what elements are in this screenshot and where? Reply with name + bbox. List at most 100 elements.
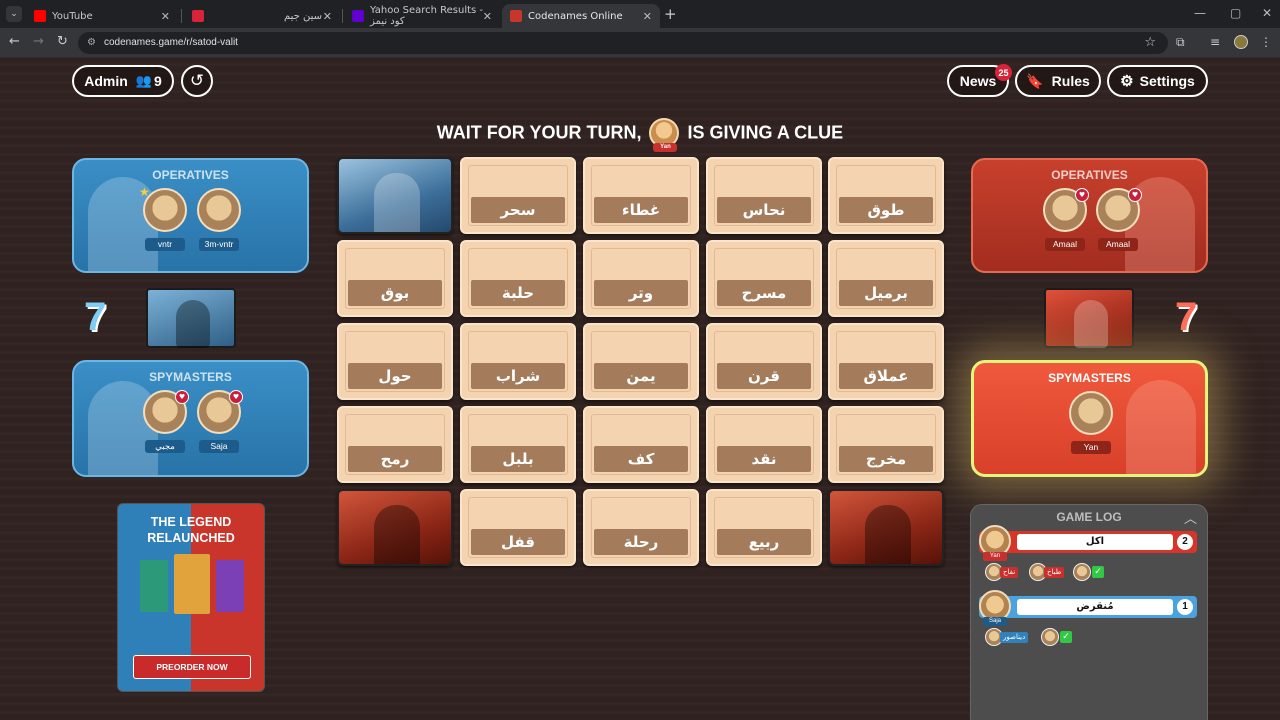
player-chip: ★ vntr (139, 185, 189, 251)
player-name: 3m-vntr (199, 238, 239, 251)
word-card[interactable]: وتر (583, 240, 699, 317)
site-info-icon[interactable]: ⚙ (87, 37, 96, 48)
card-word: كف (594, 446, 688, 472)
game-log-title: GAME LOG (1056, 510, 1122, 524)
card-word: مسرح (717, 280, 811, 306)
word-card[interactable]: بوق (337, 240, 453, 317)
menu-kebab-icon[interactable]: ⋮ (1260, 35, 1272, 49)
giver-name: Saja (983, 617, 1007, 626)
close-tab-icon[interactable]: ✕ (483, 10, 492, 23)
settings-button[interactable]: ⚙ Settings (1107, 65, 1208, 97)
close-tab-icon[interactable]: ✕ (323, 10, 332, 23)
word-card[interactable]: طوق (828, 157, 944, 234)
reset-icon: ↺ (189, 71, 205, 91)
new-tab-button[interactable]: + (664, 5, 677, 23)
card-word: طوق (839, 197, 933, 223)
browser-toolbar: ← → ↻ ⚙ codenames.game/r/satod-valit ☆ ⧉… (0, 28, 1280, 58)
maximize-icon[interactable]: ▢ (1230, 6, 1241, 20)
blue-spymasters-panel[interactable]: SPYMASTERS ♥ مجبي ♥ Saja (72, 360, 309, 477)
rules-button[interactable]: 🔖 Rules (1015, 65, 1101, 97)
heart-icon: ♥ (175, 390, 189, 404)
word-card[interactable]: رحلة (583, 489, 699, 566)
media-control-icon[interactable]: ≡ (1210, 35, 1220, 49)
reload-icon[interactable]: ↻ (57, 34, 68, 49)
preorder-button[interactable]: PREORDER NOW (133, 655, 251, 679)
address-bar[interactable]: ⚙ codenames.game/r/satod-valit ☆ (78, 32, 1168, 54)
word-card[interactable]: قرن (706, 323, 822, 400)
player-name: vntr (145, 238, 185, 251)
tab-codenames-online[interactable]: Codenames Online ✕ (502, 4, 660, 28)
reset-game-button[interactable]: ↺ (181, 65, 213, 97)
word-card[interactable]: برميل (828, 240, 944, 317)
tab-search-button[interactable]: ⌄ (6, 6, 22, 22)
profile-avatar[interactable] (1234, 35, 1248, 49)
agent-figure (865, 505, 911, 564)
close-tab-icon[interactable]: ✕ (643, 10, 652, 23)
promo-banner[interactable]: THE LEGEND RELAUNCHED PREORDER NOW (117, 503, 265, 692)
extensions-icon[interactable]: ⧉ (1176, 35, 1185, 50)
word-card[interactable]: سحر (460, 157, 576, 234)
turn-status: WAIT FOR YOUR TURN, Yan IS GIVING A CLUE (0, 118, 1280, 152)
bookmark-star-icon[interactable]: ☆ (1144, 35, 1156, 50)
chevron-up-icon[interactable]: ︿ (1184, 508, 1197, 527)
giver-name: Yan (983, 552, 1007, 561)
card-word: نقد (717, 446, 811, 472)
player-name: مجبي (145, 440, 185, 453)
card-word: نحاس (717, 197, 811, 223)
card-word: عملاق (839, 363, 933, 389)
tab-sin-jim[interactable]: سين جيم ✕ (184, 4, 340, 28)
word-card[interactable]: حلبة (460, 240, 576, 317)
close-window-icon[interactable]: ✕ (1262, 6, 1272, 20)
clue-number: 2 (1177, 534, 1193, 550)
red-spy-silhouette (1126, 380, 1196, 474)
blue-score: 7 (84, 295, 107, 339)
heart-icon: ♥ (1128, 188, 1142, 202)
word-card[interactable]: كف (583, 406, 699, 483)
word-card[interactable]: بلبل (460, 406, 576, 483)
word-card[interactable]: مخرج (828, 406, 944, 483)
agent-figure (1074, 300, 1108, 348)
word-card[interactable]: رمح (337, 406, 453, 483)
word-card[interactable]: نحاس (706, 157, 822, 234)
product-box-image (216, 560, 244, 612)
card-word: بوق (348, 280, 442, 306)
red-agent-card (1044, 288, 1134, 348)
status-suffix: IS GIVING A CLUE (687, 122, 844, 143)
word-card[interactable]: ربيع (706, 489, 822, 566)
red-agent-revealed-card[interactable] (337, 489, 453, 566)
status-prefix: WAIT FOR YOUR TURN, (436, 122, 642, 143)
red-agent-revealed-card[interactable] (828, 489, 944, 566)
word-card[interactable]: يمن (583, 323, 699, 400)
minimize-icon[interactable]: — (1194, 6, 1206, 20)
tab-label: YouTube (52, 10, 93, 22)
tab-label: Yahoo Search Results - كود نيمز (370, 5, 484, 27)
current-spymaster-avatar: Yan (649, 118, 680, 152)
agent-figure (374, 173, 420, 232)
news-badge: 25 (995, 64, 1012, 81)
word-card[interactable]: غطاء (583, 157, 699, 234)
word-card[interactable]: مسرح (706, 240, 822, 317)
word-card[interactable]: نقد (706, 406, 822, 483)
blue-agent-revealed-card[interactable] (337, 157, 453, 234)
red-spymasters-panel[interactable]: SPYMASTERS Yan (971, 360, 1208, 477)
clue-word: اكل (1017, 534, 1173, 550)
giver-avatar: Saja (979, 590, 1011, 626)
close-tab-icon[interactable]: ✕ (161, 10, 170, 23)
blue-operatives-panel[interactable]: OPERATIVES ★ vntr 3m-vntr (72, 158, 309, 273)
admin-button[interactable]: Admin 👥 9 (72, 65, 174, 97)
url-text[interactable]: codenames.game/r/satod-valit (104, 37, 238, 48)
word-card[interactable]: حول (337, 323, 453, 400)
news-label: News (959, 73, 997, 89)
forward-icon[interactable]: → (33, 34, 44, 49)
tab-youtube[interactable]: YouTube ✕ (26, 4, 178, 28)
tab-yahoo-search[interactable]: Yahoo Search Results - كود نيمز ✕ (344, 4, 500, 28)
word-card[interactable]: شراب (460, 323, 576, 400)
word-card[interactable]: قفل (460, 489, 576, 566)
player-chip: 3m-vntr (195, 188, 243, 251)
red-operatives-panel[interactable]: OPERATIVES ♥ Amaal ♥ Amaal (971, 158, 1208, 273)
panel-title: SPYMASTERS (1048, 371, 1131, 385)
word-card[interactable]: عملاق (828, 323, 944, 400)
panel-title: SPYMASTERS (149, 370, 232, 384)
back-icon[interactable]: ← (9, 34, 20, 49)
card-word: مخرج (839, 446, 933, 472)
